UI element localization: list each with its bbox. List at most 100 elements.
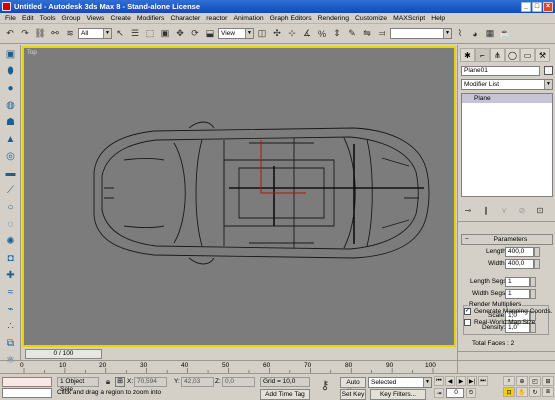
- menu-group[interactable]: Group: [59, 15, 84, 22]
- tube-icon[interactable]: ◎: [2, 148, 19, 164]
- key-mode-icon[interactable]: ⇥: [434, 388, 444, 398]
- width-segs-spinner[interactable]: [530, 289, 536, 299]
- zoom-extents-all-icon[interactable]: ⊞: [542, 376, 554, 386]
- pin-stack-icon[interactable]: ⊸: [461, 203, 475, 217]
- menu-edit[interactable]: Edit: [19, 15, 37, 22]
- redo-icon[interactable]: ↷: [18, 27, 32, 41]
- zoom-all-icon[interactable]: ⊕: [516, 376, 528, 386]
- previous-frame-icon[interactable]: ◀: [445, 376, 455, 386]
- menu-reactor[interactable]: reactor: [203, 15, 230, 22]
- set-key-button[interactable]: Set Key: [340, 389, 366, 400]
- current-frame-field[interactable]: 0: [446, 388, 464, 398]
- select-rotate-icon[interactable]: ⟳: [188, 27, 202, 41]
- maxscript-listener-mini[interactable]: [2, 377, 52, 387]
- select-object-icon[interactable]: ↖: [113, 27, 127, 41]
- spacewarp-icon[interactable]: ≈: [2, 284, 19, 300]
- object-color-swatch[interactable]: [544, 66, 553, 75]
- quick-render-icon[interactable]: ☕: [498, 27, 512, 41]
- spinner-snap-icon[interactable]: ⇕: [330, 27, 344, 41]
- remove-modifier-icon[interactable]: ⊘: [515, 203, 529, 217]
- window-crossing-icon[interactable]: ▣: [158, 27, 172, 41]
- angle-snap-icon[interactable]: ∡: [300, 27, 314, 41]
- material-editor-icon[interactable]: ◕: [468, 27, 482, 41]
- create-tab-icon[interactable]: ✱: [460, 48, 475, 62]
- make-unique-icon[interactable]: ⋎: [497, 203, 511, 217]
- key-selection-dropdown[interactable]: Selected ▼: [368, 377, 432, 388]
- length-segs-field[interactable]: 1: [505, 277, 530, 287]
- camera-icon[interactable]: ◘: [2, 250, 19, 266]
- maxscript-input[interactable]: [2, 388, 52, 398]
- time-slider-thumb[interactable]: 0 / 100: [25, 348, 102, 359]
- time-slider[interactable]: 0 / 100: [22, 347, 456, 360]
- line-icon[interactable]: ⟋: [2, 182, 19, 198]
- parameters-rollout[interactable]: − Parameters: [461, 234, 553, 245]
- absolute-mode-icon[interactable]: ⊞: [115, 377, 125, 387]
- sphere-icon[interactable]: ●: [2, 80, 19, 96]
- utilities-tab-icon[interactable]: ⚒: [535, 48, 550, 62]
- menu-modifiers[interactable]: Modifiers: [134, 15, 168, 22]
- object-name-field[interactable]: Plane01: [461, 66, 540, 76]
- menu-character[interactable]: Character: [167, 15, 203, 22]
- x-coordinate-field[interactable]: 70,594: [134, 377, 167, 387]
- select-manipulate-icon[interactable]: ✣: [270, 27, 284, 41]
- region-zoom-icon[interactable]: ⊡: [503, 387, 515, 397]
- modifier-list-dropdown[interactable]: Modifier List ▼: [461, 79, 553, 90]
- cone-icon[interactable]: ▲: [2, 131, 19, 147]
- light-icon[interactable]: ✺: [2, 233, 19, 249]
- menu-create[interactable]: Create: [107, 15, 133, 22]
- modify-tab-icon[interactable]: ⌐: [475, 48, 490, 62]
- z-coordinate-field[interactable]: 0,0: [222, 377, 255, 387]
- hierarchy-tab-icon[interactable]: ⋔: [490, 48, 505, 62]
- plane-icon[interactable]: ▬: [2, 165, 19, 181]
- close-button[interactable]: ×: [543, 1, 553, 12]
- y-coordinate-field[interactable]: 42,03: [181, 377, 214, 387]
- maximize-button[interactable]: □: [532, 1, 542, 12]
- lock-selection-icon[interactable]: 🔒︎: [101, 375, 115, 389]
- add-time-tag-button[interactable]: Add Time Tag: [260, 389, 310, 400]
- teapot-icon[interactable]: ☗: [2, 114, 19, 130]
- zoom-icon[interactable]: ⌕: [503, 376, 515, 386]
- menu-graph-editors[interactable]: Graph Editors: [267, 15, 315, 22]
- compound-icon[interactable]: ⧉: [2, 335, 19, 351]
- maximize-viewport-icon[interactable]: ⧈: [542, 387, 554, 397]
- rect-selection-icon[interactable]: ⬚: [143, 27, 157, 41]
- length-field[interactable]: 400,0: [505, 247, 534, 257]
- modifier-stack[interactable]: Plane: [461, 93, 553, 197]
- motion-tab-icon[interactable]: ◯: [505, 48, 520, 62]
- helper-icon[interactable]: ✚: [2, 267, 19, 283]
- render-scene-icon[interactable]: ▦: [483, 27, 497, 41]
- pan-icon[interactable]: ✋: [516, 387, 528, 397]
- menu-help[interactable]: Help: [428, 15, 448, 22]
- ref-coord-dropdown[interactable]: View ▼: [218, 28, 254, 39]
- named-selection-icon[interactable]: ✎: [345, 27, 359, 41]
- selection-filter-dropdown[interactable]: All ▼: [78, 28, 112, 39]
- auto-key-button[interactable]: Auto Key: [340, 377, 366, 395]
- key-filters-button[interactable]: Key Filters...: [370, 389, 426, 400]
- length-segs-spinner[interactable]: [530, 277, 536, 287]
- menu-customize[interactable]: Customize: [352, 15, 390, 22]
- menu-maxscript[interactable]: MAXScript: [390, 15, 428, 22]
- time-config-icon[interactable]: ⏲: [466, 388, 476, 398]
- real-world-map-checkbox[interactable]: [464, 319, 471, 326]
- menu-rendering[interactable]: Rendering: [315, 15, 352, 22]
- menu-file[interactable]: File: [2, 15, 19, 22]
- play-icon[interactable]: ▶: [456, 376, 466, 386]
- bind-spacewarp-icon[interactable]: ≋: [63, 27, 77, 41]
- viewport-top[interactable]: Top: [22, 46, 456, 347]
- pivot-center-icon[interactable]: ◫: [255, 27, 269, 41]
- arc-rotate-icon[interactable]: ↻: [529, 387, 541, 397]
- unlink-icon[interactable]: ⚯: [48, 27, 62, 41]
- geosphere-icon[interactable]: ◍: [2, 97, 19, 113]
- length-spinner[interactable]: [534, 247, 540, 257]
- select-by-name-icon[interactable]: ☰: [128, 27, 142, 41]
- menu-views[interactable]: Views: [83, 15, 107, 22]
- align-icon[interactable]: ⫤: [375, 27, 389, 41]
- curve-editor-icon[interactable]: ⌇: [453, 27, 467, 41]
- circle-icon[interactable]: ○: [2, 199, 19, 215]
- width-spinner[interactable]: [534, 259, 540, 269]
- particle-icon[interactable]: ∴: [2, 318, 19, 334]
- undo-icon[interactable]: ↶: [3, 27, 17, 41]
- menu-animation[interactable]: Animation: [230, 15, 266, 22]
- select-scale-icon[interactable]: ⬓: [203, 27, 217, 41]
- select-link-icon[interactable]: ⛓: [33, 27, 47, 41]
